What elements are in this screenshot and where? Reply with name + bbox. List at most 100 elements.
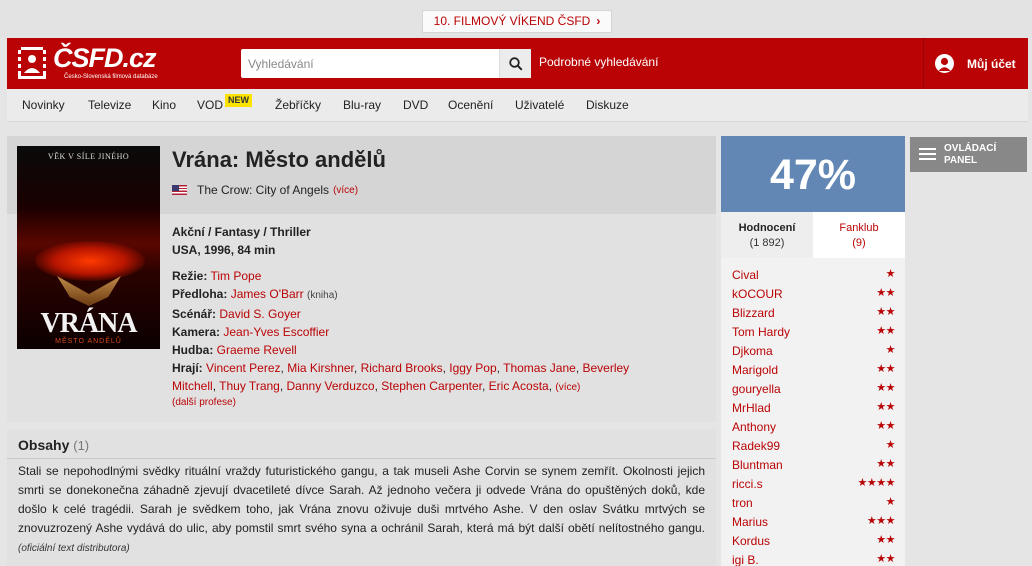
nav-item-uzivatele[interactable]: Uživatelé xyxy=(515,98,564,112)
user-link[interactable]: Marius xyxy=(732,515,768,529)
rating-score: 47% xyxy=(721,136,905,212)
film-poster[interactable]: VĚK V SÍLE JINÉHO VRÁNA MĚSTO ANDĚLŮ xyxy=(17,146,160,349)
nav-item-bluray[interactable]: Blu-ray xyxy=(343,98,381,112)
plot-header: Obsahy (1) xyxy=(7,429,716,459)
stars-icon: ★★ xyxy=(876,420,895,432)
stars-icon: ★★ xyxy=(876,534,895,546)
nav-item-novinky[interactable]: Novinky xyxy=(22,98,65,112)
promo-strip: 10. FILMOVÝ VÍKEND ČSFD › xyxy=(0,0,1032,38)
source-label: Předloha: xyxy=(172,287,228,301)
music-label: Hudba: xyxy=(172,343,214,357)
user-rating-row: Djkoma ★ xyxy=(721,342,905,361)
source-note: (kniha) xyxy=(307,290,338,301)
plot-source: (oficiální text distributora) xyxy=(18,543,130,554)
poster-title: VRÁNA xyxy=(40,308,137,339)
account-label: Můj účet xyxy=(967,56,1016,71)
nav-item-zebricky[interactable]: Žebříčky xyxy=(275,98,321,112)
nav-item-televize[interactable]: Televize xyxy=(88,98,131,112)
more-titles-link[interactable]: (více) xyxy=(333,185,358,196)
poster-subtitle: MĚSTO ANDĚLŮ xyxy=(55,338,122,345)
cast-link[interactable]: Danny Verduzco xyxy=(287,379,375,393)
user-link[interactable]: Kordus xyxy=(732,534,770,548)
nav-item-kino[interactable]: Kino xyxy=(152,98,176,112)
stars-icon: ★★ xyxy=(876,401,895,413)
user-link[interactable]: tron xyxy=(732,496,753,510)
more-cast-link[interactable]: (více) xyxy=(555,382,580,393)
music-link[interactable]: Graeme Revell xyxy=(217,343,297,357)
user-link[interactable]: Bluntman xyxy=(732,458,783,472)
user-link[interactable]: Tom Hardy xyxy=(732,325,790,339)
original-title: The Crow: City of Angels xyxy=(197,183,330,197)
user-link[interactable]: MrHlad xyxy=(732,401,771,415)
user-link[interactable]: igi B. xyxy=(732,553,759,566)
user-link[interactable]: Radek99 xyxy=(732,439,780,453)
user-link[interactable]: gouryella xyxy=(732,382,781,396)
nav-item-oceneni[interactable]: Ocenění xyxy=(448,98,493,112)
rating-box: 47% Hodnocení (1 892) Fanklub (9) Cival ★… xyxy=(721,136,905,566)
user-rating-row: MrHlad ★★ xyxy=(721,399,905,418)
csfd-logo[interactable]: ČSFD.cz Česko-Slovenská filmová databáze xyxy=(17,43,187,83)
stars-icon: ★★ xyxy=(876,325,895,337)
stars-icon: ★★ xyxy=(876,363,895,375)
user-link[interactable]: Blizzard xyxy=(732,306,775,320)
control-panel-button[interactable]: OVLÁDACÍ PANEL xyxy=(910,137,1027,172)
user-link[interactable]: ricci.s xyxy=(732,477,763,491)
search-button[interactable] xyxy=(499,49,531,78)
film-title: Vrána: Město andělů xyxy=(172,147,386,172)
user-avatar-icon xyxy=(935,54,954,73)
user-rating-row: Bluntman ★★ xyxy=(721,456,905,475)
header-divider xyxy=(923,38,924,89)
stars-icon: ★★ xyxy=(876,287,895,299)
user-rating-row: tron ★ xyxy=(721,494,905,513)
plot-title: Obsahy (1) xyxy=(18,437,89,453)
user-rating-row: Anthony ★★ xyxy=(721,418,905,437)
stars-icon: ★★★★ xyxy=(857,477,896,489)
user-link[interactable]: Djkoma xyxy=(732,344,773,358)
tab-ratings[interactable]: Hodnocení (1 892) xyxy=(721,212,813,258)
source-link[interactable]: James O'Barr xyxy=(231,287,304,301)
film-info-card: VĚK V SÍLE JINÉHO VRÁNA MĚSTO ANDĚLŮ Vrá… xyxy=(7,136,716,422)
nav-item-vod[interactable]: VOD xyxy=(197,98,223,112)
stars-icon: ★ xyxy=(885,496,896,508)
nav-item-diskuze[interactable]: Diskuze xyxy=(586,98,629,112)
new-badge: NEW xyxy=(225,94,252,107)
stars-icon: ★★ xyxy=(876,553,895,565)
user-rating-row: Kordus ★★ xyxy=(721,532,905,551)
cast-link[interactable]: Eric Acosta xyxy=(489,379,549,393)
promo-festival-button[interactable]: 10. FILMOVÝ VÍKEND ČSFD › xyxy=(422,10,612,33)
stars-icon: ★★ xyxy=(876,458,895,470)
cast-link[interactable]: Vincent Perez xyxy=(206,361,281,375)
user-link[interactable]: kOCOUR xyxy=(732,287,783,301)
director-link[interactable]: Tim Pope xyxy=(210,269,261,283)
stars-icon: ★★★ xyxy=(866,515,896,527)
user-link[interactable]: Marigold xyxy=(732,363,778,377)
cast-link[interactable]: Richard Brooks xyxy=(361,361,443,375)
advanced-search-link[interactable]: Podrobné vyhledávání xyxy=(539,55,658,69)
account-link[interactable]: Můj účet xyxy=(935,54,1016,73)
nav-item-dvd[interactable]: DVD xyxy=(403,98,428,112)
cast-link[interactable]: Thuy Trang xyxy=(219,379,280,393)
user-rating-row: gouryella ★★ xyxy=(721,380,905,399)
usa-flag-icon xyxy=(172,185,187,195)
user-rating-row: kOCOUR ★★ xyxy=(721,285,905,304)
logo-text: ČSFD.cz xyxy=(53,43,157,73)
cast-link[interactable]: Iggy Pop xyxy=(449,361,496,375)
camera-link[interactable]: Jean-Yves Escoffier xyxy=(223,325,329,339)
original-title-row: The Crow: City of Angels (více) xyxy=(172,183,358,197)
film-genres: Akční / Fantasy / Thriller xyxy=(172,225,311,239)
plot-title-text: Obsahy xyxy=(18,437,70,453)
user-link[interactable]: Cival xyxy=(732,268,759,282)
cast-link[interactable]: Thomas Jane xyxy=(503,361,576,375)
more-professions-link[interactable]: (další profese) xyxy=(172,397,236,408)
search-icon xyxy=(508,56,523,71)
logo-tagline: Česko-Slovenská filmová databáze xyxy=(64,74,158,80)
stars-icon: ★ xyxy=(885,344,896,356)
user-link[interactable]: Anthony xyxy=(732,420,776,434)
tab-ratings-count: (1 892) xyxy=(749,237,785,249)
tab-fanclub[interactable]: Fanklub (9) xyxy=(813,212,905,258)
tab-fanclub-label: Fanklub xyxy=(839,222,879,234)
search-input[interactable] xyxy=(241,49,493,78)
writer-link[interactable]: David S. Goyer xyxy=(219,307,300,321)
cast-link[interactable]: Mia Kirshner xyxy=(287,361,354,375)
cast-link[interactable]: Stephen Carpenter xyxy=(381,379,482,393)
